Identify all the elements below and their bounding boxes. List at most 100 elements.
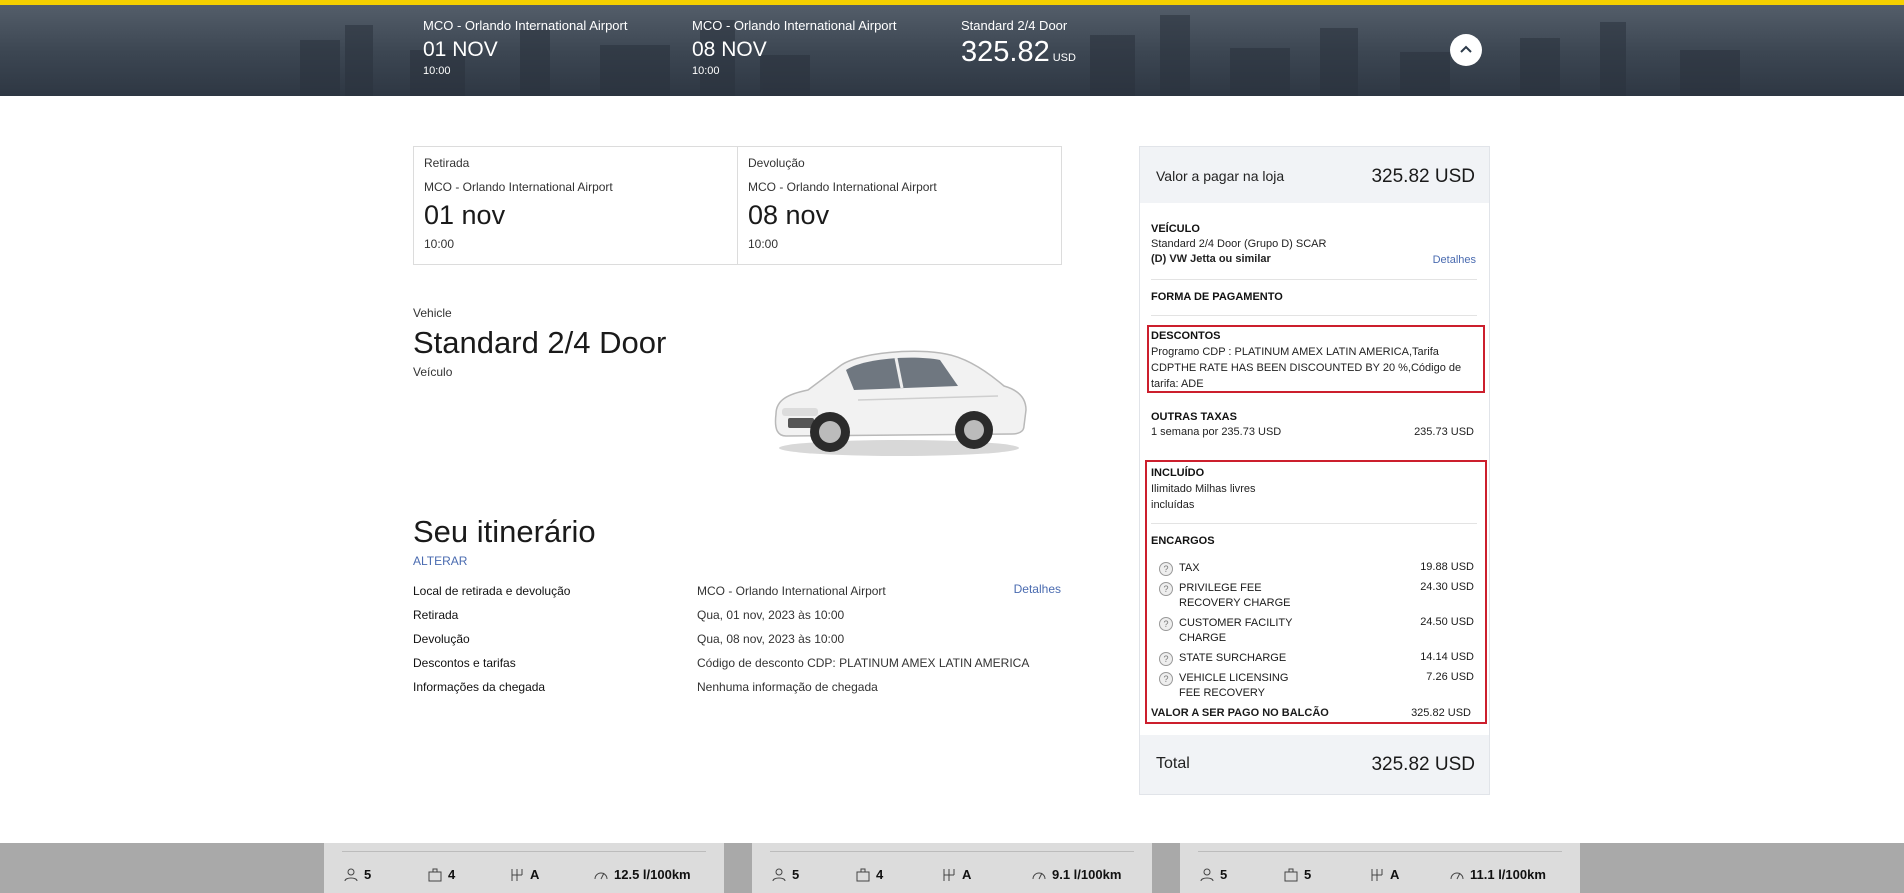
pickup-time: 10:00 (424, 237, 455, 251)
consumption-spec: 9.1 l/100km (1032, 867, 1121, 882)
bags-spec: 4 (856, 867, 883, 882)
header-return-time: 10:00 (692, 65, 720, 77)
consumption-value: 11.1 l/100km (1470, 867, 1546, 882)
price-summary-panel: Valor a pagar na loja 325.82 USD VEÍCULO… (1139, 146, 1490, 795)
charge-amount: 19.88 USD (1420, 561, 1474, 573)
itinerary-row: Devolução Qua, 08 nov, 2023 às 10:00 (413, 632, 1063, 656)
charge-amount: 14.14 USD (1420, 651, 1474, 663)
included-heading: INCLUÍDO (1151, 467, 1205, 479)
itinerary-row: Local de retirada e devolução MCO - Orla… (413, 582, 1063, 608)
itinerary-row: Retirada Qua, 01 nov, 2023 às 10:00 (413, 608, 1063, 632)
other-fees-section: OUTRAS TAXAS 1 semana por 235.73 USD 235… (1151, 411, 1477, 438)
charges-heading: ENCARGOS (1151, 535, 1215, 547)
person-icon (772, 868, 786, 881)
charge-amount: 24.50 USD (1420, 616, 1474, 628)
charge-name: TAX (1179, 562, 1200, 574)
bags-value: 5 (1304, 867, 1312, 882)
other-fees-row: 1 semana por 235.73 USD 235.73 USD (1151, 426, 1477, 438)
gearshift-icon (943, 868, 955, 881)
suitcase-icon (856, 868, 870, 881)
itinerary-value: Qua, 01 nov, 2023 às 10:00 (697, 608, 845, 622)
charge-name: VEHICLE LICENSING FEE RECOVERY (1179, 672, 1289, 699)
header-price-value: 325.82 (961, 36, 1050, 68)
gauge-icon (1032, 872, 1046, 879)
transmission-spec: A (942, 867, 971, 882)
help-icon[interactable]: ? (1159, 617, 1173, 631)
included-line: incluídas (1151, 499, 1195, 511)
vehicle-name: Standard 2/4 Door (413, 325, 667, 360)
help-icon[interactable]: ? (1159, 652, 1173, 666)
booking-summary-banner: MCO - Orlando International Airport 01 N… (0, 0, 1904, 96)
header-return-location: MCO - Orlando International Airport (692, 18, 897, 33)
vehicle-option-card[interactable]: 5 5 A 11.1 l/100km (1180, 843, 1580, 893)
header-return: MCO - Orlando International Airport 08 N… (692, 18, 896, 77)
counter-total-value: 325.82 USD (1411, 707, 1471, 719)
pickup-label: Retirada (424, 156, 470, 170)
header-price-currency: USD (1052, 52, 1076, 64)
header-pickup-location: MCO - Orlando International Airport (423, 18, 628, 33)
header-price: 325.82 USD (961, 36, 1076, 69)
charge-amount: 24.30 USD (1420, 581, 1474, 593)
return-label: Devolução (748, 156, 805, 170)
help-icon[interactable]: ? (1159, 582, 1173, 596)
gauge-icon (594, 872, 608, 879)
gearshift-icon (511, 868, 523, 881)
vehicle-details-link[interactable]: Detalhes (1433, 254, 1476, 266)
pickup-location: MCO - Orlando International Airport (424, 180, 613, 194)
charge-amount: 7.26 USD (1426, 671, 1474, 683)
total-footer: Total 325.82 USD (1140, 735, 1489, 794)
counter-total-label: VALOR A SER PAGO NO BALCÃO (1151, 707, 1329, 719)
pickup-date: 01 nov (424, 200, 506, 230)
return-date: 08 nov (748, 200, 830, 230)
transmission-value: A (1390, 867, 1400, 882)
vehicle-option-card[interactable]: 5 4 A 12.5 l/100km (324, 843, 724, 893)
itinerary-row: Descontos e tarifas Código de desconto C… (413, 656, 1063, 680)
consumption-spec: 11.1 l/100km (1450, 867, 1546, 882)
itinerary-value: Nenhuma informação de chegada (697, 680, 878, 694)
transmission-spec: A (1370, 867, 1399, 882)
itinerary-row: Informações da chegada Nenhuma informaçã… (413, 680, 1063, 704)
location-details-link[interactable]: Detalhes (1014, 582, 1061, 596)
vehicle-heading: VEÍCULO (1151, 223, 1200, 235)
vehicle-option-card[interactable]: 5 4 A 9.1 l/100km (752, 843, 1152, 893)
store-payment-header: Valor a pagar na loja 325.82 USD (1140, 147, 1489, 203)
change-itinerary-link[interactable]: ALTERAR (413, 554, 467, 568)
itinerary-table: Local de retirada e devolução MCO - Orla… (413, 582, 1063, 704)
vehicle-options-strip: 5 4 A 12.5 l/100km 5 4 A 9.1 l/100km 5 5… (0, 843, 1904, 893)
other-fees-value: 235.73 USD (1414, 426, 1474, 438)
total-value: 325.82 USD (1371, 754, 1475, 775)
store-payment-label: Valor a pagar na loja (1156, 168, 1285, 184)
city-skyline-background (300, 15, 1740, 96)
help-icon[interactable]: ? (1159, 562, 1173, 576)
divider (1151, 523, 1477, 524)
consumption-value: 12.5 l/100km (614, 867, 691, 882)
header-pickup: MCO - Orlando International Airport 01 N… (423, 18, 627, 77)
help-icon[interactable]: ? (1159, 672, 1173, 686)
discounts-text: Programo CDP : PLATINUM AMEX LATIN AMERI… (1151, 346, 1462, 390)
header-return-date: 08 NOV (692, 38, 767, 61)
suitcase-icon (428, 868, 442, 881)
store-payment-value: 325.82 USD (1371, 166, 1475, 187)
payment-section: FORMA DE PAGAMENTO (1151, 291, 1477, 303)
charge-name: CUSTOMER FACILITY CHARGE (1179, 617, 1293, 644)
itinerary-value: Código de desconto CDP: PLATINUM AMEX LA… (697, 656, 1030, 670)
bags-spec: 5 (1284, 867, 1311, 882)
suitcase-icon (1284, 868, 1298, 881)
car-image (774, 350, 1027, 456)
vehicle-model: (D) VW Jetta ou similar (1151, 253, 1271, 265)
vehicle-group: Standard 2/4 Door (Grupo D) SCAR (1151, 238, 1327, 250)
header-vehicle: Standard 2/4 Door 325.82 USD (961, 18, 1076, 69)
gauge-icon (1450, 872, 1464, 879)
collapse-button[interactable] (1450, 34, 1482, 66)
discounts-heading: DESCONTOS (1151, 330, 1221, 342)
charges-section: ENCARGOS (1151, 535, 1477, 547)
divider (1151, 279, 1477, 280)
itinerary-title: Seu itinerário (413, 514, 596, 549)
header-pickup-date: 01 NOV (423, 38, 498, 61)
return-location: MCO - Orlando International Airport (748, 180, 937, 194)
chevron-up-icon (1460, 45, 1472, 53)
passengers-value: 5 (792, 867, 800, 882)
total-label: Total (1156, 755, 1190, 772)
return-time: 10:00 (748, 237, 779, 251)
transmission-value: A (962, 867, 972, 882)
